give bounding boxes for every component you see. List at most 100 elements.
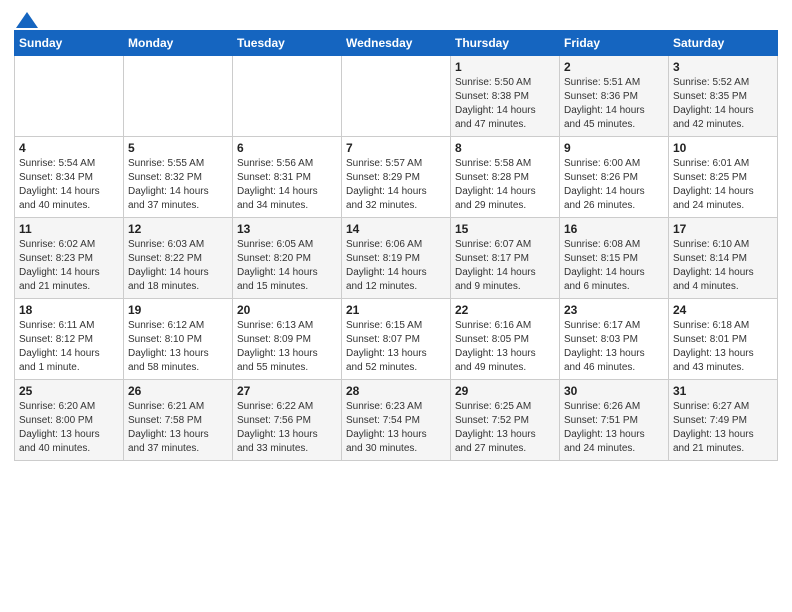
- week-row-3: 11 Sunrise: 6:02 AM Sunset: 8:23 PM Dayli…: [15, 218, 778, 299]
- day-cell: 7 Sunrise: 5:57 AM Sunset: 8:29 PM Daylig…: [342, 137, 451, 218]
- day-cell: 26Sunrise: 6:21 AM Sunset: 7:58 PM Dayli…: [124, 380, 233, 461]
- day-cell: 30 Sunrise: 6:26 AM Sunset: 7:51 PM Dayli…: [560, 380, 669, 461]
- day-cell: 15 Sunrise: 6:07 AM Sunset: 8:17 PM Dayli…: [451, 218, 560, 299]
- day-cell: 9Sunrise: 6:00 AM Sunset: 8:26 PM Daylig…: [560, 137, 669, 218]
- col-header-friday: Friday: [560, 31, 669, 56]
- col-header-sunday: Sunday: [15, 31, 124, 56]
- day-number: 20: [237, 303, 337, 317]
- day-cell: 24 Sunrise: 6:18 AM Sunset: 8:01 PM Dayli…: [669, 299, 778, 380]
- logo-icon: [16, 12, 38, 28]
- logo: [14, 14, 38, 24]
- week-row-4: 18Sunrise: 6:11 AM Sunset: 8:12 PM Dayli…: [15, 299, 778, 380]
- day-cell: 22 Sunrise: 6:16 AM Sunset: 8:05 PM Dayli…: [451, 299, 560, 380]
- day-info: Sunrise: 6:06 AM Sunset: 8:19 PM Dayligh…: [346, 238, 446, 294]
- col-header-saturday: Saturday: [669, 31, 778, 56]
- day-number: 13: [237, 222, 337, 236]
- day-number: 9: [564, 141, 664, 155]
- day-cell: 21 Sunrise: 6:15 AM Sunset: 8:07 PM Dayli…: [342, 299, 451, 380]
- day-cell: 25 Sunrise: 6:20 AM Sunset: 8:00 PM Dayli…: [15, 380, 124, 461]
- day-number: 16: [564, 222, 664, 236]
- day-number: 26: [128, 384, 228, 398]
- day-cell: 17 Sunrise: 6:10 AM Sunset: 8:14 PM Dayli…: [669, 218, 778, 299]
- day-info: Sunrise: 6:10 AM Sunset: 8:14 PM Dayligh…: [673, 238, 773, 294]
- day-number: 3: [673, 60, 773, 74]
- day-info: Sunrise: 6:20 AM Sunset: 8:00 PM Dayligh…: [19, 400, 119, 456]
- day-number: 29: [455, 384, 555, 398]
- day-number: 11: [19, 222, 119, 236]
- day-number: 17: [673, 222, 773, 236]
- day-number: 24: [673, 303, 773, 317]
- day-info: Sunrise: 6:02 AM Sunset: 8:23 PM Dayligh…: [19, 238, 119, 294]
- day-number: 1: [455, 60, 555, 74]
- week-row-1: 1 Sunrise: 5:50 AM Sunset: 8:38 PM Daylig…: [15, 56, 778, 137]
- day-info: Sunrise: 6:22 AM Sunset: 7:56 PM Dayligh…: [237, 400, 337, 456]
- day-info: Sunrise: 6:16 AM Sunset: 8:05 PM Dayligh…: [455, 319, 555, 375]
- day-info: Sunrise: 6:07 AM Sunset: 8:17 PM Dayligh…: [455, 238, 555, 294]
- day-info: Sunrise: 6:17 AM Sunset: 8:03 PM Dayligh…: [564, 319, 664, 375]
- day-info: Sunrise: 5:56 AM Sunset: 8:31 PM Dayligh…: [237, 157, 337, 213]
- day-cell: 11 Sunrise: 6:02 AM Sunset: 8:23 PM Dayli…: [15, 218, 124, 299]
- day-cell: 16Sunrise: 6:08 AM Sunset: 8:15 PM Dayli…: [560, 218, 669, 299]
- day-info: Sunrise: 5:50 AM Sunset: 8:38 PM Dayligh…: [455, 76, 555, 132]
- week-row-5: 25 Sunrise: 6:20 AM Sunset: 8:00 PM Dayli…: [15, 380, 778, 461]
- day-info: Sunrise: 6:18 AM Sunset: 8:01 PM Dayligh…: [673, 319, 773, 375]
- day-number: 8: [455, 141, 555, 155]
- day-info: Sunrise: 6:12 AM Sunset: 8:10 PM Dayligh…: [128, 319, 228, 375]
- day-info: Sunrise: 5:52 AM Sunset: 8:35 PM Dayligh…: [673, 76, 773, 132]
- week-row-2: 4Sunrise: 5:54 AM Sunset: 8:34 PM Daylig…: [15, 137, 778, 218]
- day-cell: 28 Sunrise: 6:23 AM Sunset: 7:54 PM Dayli…: [342, 380, 451, 461]
- day-cell: 5Sunrise: 5:55 AM Sunset: 8:32 PM Daylig…: [124, 137, 233, 218]
- day-number: 19: [128, 303, 228, 317]
- day-info: Sunrise: 5:51 AM Sunset: 8:36 PM Dayligh…: [564, 76, 664, 132]
- header-row: [14, 10, 778, 24]
- day-cell: 12 Sunrise: 6:03 AM Sunset: 8:22 PM Dayli…: [124, 218, 233, 299]
- day-info: Sunrise: 6:15 AM Sunset: 8:07 PM Dayligh…: [346, 319, 446, 375]
- day-cell: [124, 56, 233, 137]
- day-number: 7: [346, 141, 446, 155]
- day-cell: 8 Sunrise: 5:58 AM Sunset: 8:28 PM Daylig…: [451, 137, 560, 218]
- day-number: 30: [564, 384, 664, 398]
- col-header-monday: Monday: [124, 31, 233, 56]
- day-number: 12: [128, 222, 228, 236]
- day-number: 23: [564, 303, 664, 317]
- day-number: 4: [19, 141, 119, 155]
- day-number: 2: [564, 60, 664, 74]
- day-info: Sunrise: 6:26 AM Sunset: 7:51 PM Dayligh…: [564, 400, 664, 456]
- day-cell: 2 Sunrise: 5:51 AM Sunset: 8:36 PM Daylig…: [560, 56, 669, 137]
- day-cell: 1 Sunrise: 5:50 AM Sunset: 8:38 PM Daylig…: [451, 56, 560, 137]
- day-info: Sunrise: 6:11 AM Sunset: 8:12 PM Dayligh…: [19, 319, 119, 375]
- day-info: Sunrise: 6:05 AM Sunset: 8:20 PM Dayligh…: [237, 238, 337, 294]
- day-number: 15: [455, 222, 555, 236]
- day-cell: [342, 56, 451, 137]
- col-header-thursday: Thursday: [451, 31, 560, 56]
- day-cell: 29 Sunrise: 6:25 AM Sunset: 7:52 PM Dayli…: [451, 380, 560, 461]
- day-info: Sunrise: 6:27 AM Sunset: 7:49 PM Dayligh…: [673, 400, 773, 456]
- day-info: Sunrise: 6:25 AM Sunset: 7:52 PM Dayligh…: [455, 400, 555, 456]
- day-info: Sunrise: 6:01 AM Sunset: 8:25 PM Dayligh…: [673, 157, 773, 213]
- day-cell: 23 Sunrise: 6:17 AM Sunset: 8:03 PM Dayli…: [560, 299, 669, 380]
- day-number: 6: [237, 141, 337, 155]
- day-number: 27: [237, 384, 337, 398]
- day-info: Sunrise: 6:23 AM Sunset: 7:54 PM Dayligh…: [346, 400, 446, 456]
- day-cell: [15, 56, 124, 137]
- day-cell: 14 Sunrise: 6:06 AM Sunset: 8:19 PM Dayli…: [342, 218, 451, 299]
- day-number: 25: [19, 384, 119, 398]
- day-number: 28: [346, 384, 446, 398]
- day-info: Sunrise: 5:57 AM Sunset: 8:29 PM Dayligh…: [346, 157, 446, 213]
- day-info: Sunrise: 5:58 AM Sunset: 8:28 PM Dayligh…: [455, 157, 555, 213]
- day-cell: 18Sunrise: 6:11 AM Sunset: 8:12 PM Dayli…: [15, 299, 124, 380]
- day-cell: 31Sunrise: 6:27 AM Sunset: 7:49 PM Dayli…: [669, 380, 778, 461]
- header-row-days: SundayMondayTuesdayWednesdayThursdayFrid…: [15, 31, 778, 56]
- day-info: Sunrise: 6:13 AM Sunset: 8:09 PM Dayligh…: [237, 319, 337, 375]
- day-cell: 13 Sunrise: 6:05 AM Sunset: 8:20 PM Dayli…: [233, 218, 342, 299]
- day-number: 22: [455, 303, 555, 317]
- day-cell: 20 Sunrise: 6:13 AM Sunset: 8:09 PM Dayli…: [233, 299, 342, 380]
- day-info: Sunrise: 6:03 AM Sunset: 8:22 PM Dayligh…: [128, 238, 228, 294]
- col-header-tuesday: Tuesday: [233, 31, 342, 56]
- day-cell: 10Sunrise: 6:01 AM Sunset: 8:25 PM Dayli…: [669, 137, 778, 218]
- day-number: 14: [346, 222, 446, 236]
- day-cell: 6 Sunrise: 5:56 AM Sunset: 8:31 PM Daylig…: [233, 137, 342, 218]
- day-number: 21: [346, 303, 446, 317]
- col-header-wednesday: Wednesday: [342, 31, 451, 56]
- day-cell: [233, 56, 342, 137]
